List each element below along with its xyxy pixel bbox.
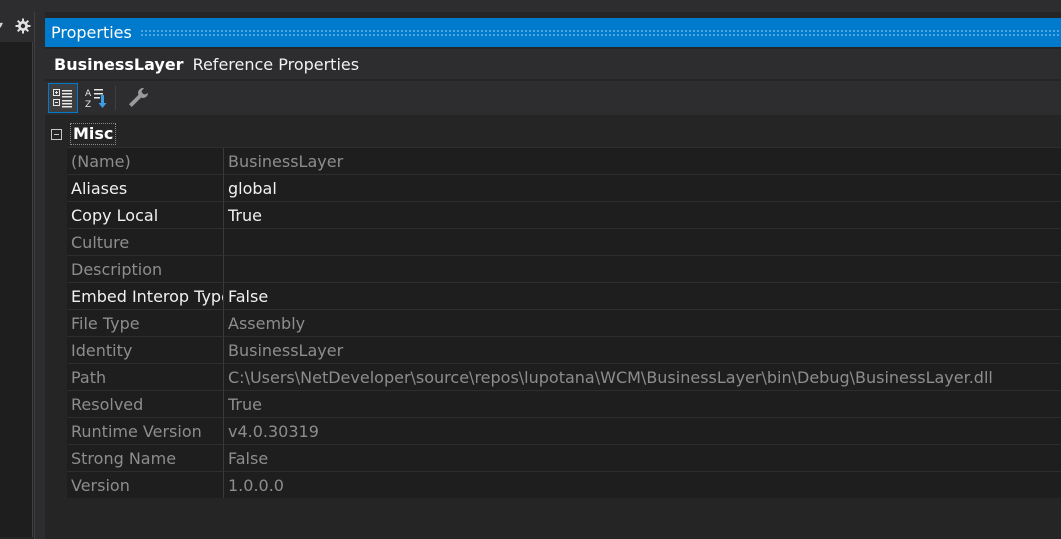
splitter[interactable] bbox=[35, 12, 45, 539]
property-row[interactable]: Path C:\Users\NetDeveloper\source\repos\l… bbox=[45, 363, 1061, 390]
property-value[interactable] bbox=[224, 255, 1061, 282]
property-pages-button[interactable] bbox=[123, 83, 153, 113]
property-name[interactable]: (Name) bbox=[67, 147, 224, 174]
row-gutter bbox=[45, 417, 67, 444]
properties-toolbar: A Z bbox=[45, 81, 1061, 115]
object-type: Reference Properties bbox=[192, 54, 360, 74]
property-name[interactable]: Version bbox=[67, 471, 224, 498]
row-gutter bbox=[45, 228, 67, 255]
row-gutter bbox=[45, 282, 67, 309]
property-name[interactable]: Copy Local bbox=[67, 201, 224, 228]
category-row[interactable]: Misc bbox=[45, 121, 1061, 147]
left-tool-window-body bbox=[0, 42, 33, 537]
property-value[interactable]: True bbox=[224, 201, 1061, 228]
property-row[interactable]: Copy Local True bbox=[45, 201, 1061, 228]
collapse-icon[interactable] bbox=[51, 128, 62, 140]
property-row[interactable]: Description bbox=[45, 255, 1061, 282]
titlebar-grip bbox=[139, 29, 1061, 36]
property-row[interactable]: Runtime Version v4.0.30319 bbox=[45, 417, 1061, 444]
wrench-icon bbox=[129, 88, 148, 107]
property-row[interactable]: Aliases global bbox=[45, 174, 1061, 201]
property-value[interactable]: False bbox=[224, 444, 1061, 471]
property-value[interactable]: False bbox=[224, 282, 1061, 309]
property-name[interactable]: Description bbox=[67, 255, 224, 282]
properties-window: Properties BusinessLayer Reference Prope… bbox=[45, 12, 1061, 539]
left-tool-window-header: ▾ bbox=[0, 12, 34, 42]
property-value[interactable]: global bbox=[224, 174, 1061, 201]
property-row[interactable]: Strong Name False bbox=[45, 444, 1061, 471]
row-gutter bbox=[45, 147, 67, 174]
property-name[interactable]: Runtime Version bbox=[67, 417, 224, 444]
property-row[interactable]: File Type Assembly bbox=[45, 309, 1061, 336]
row-gutter bbox=[45, 309, 67, 336]
property-row[interactable]: Version 1.0.0.0 bbox=[45, 471, 1061, 498]
row-gutter bbox=[45, 471, 67, 498]
properties-titlebar[interactable]: Properties bbox=[45, 18, 1061, 47]
gear-icon[interactable] bbox=[14, 17, 32, 39]
toolbar-separator bbox=[115, 86, 116, 110]
row-gutter bbox=[45, 255, 67, 282]
chevron-down-icon[interactable]: ▾ bbox=[0, 20, 3, 31]
property-value[interactable]: Assembly bbox=[224, 309, 1061, 336]
property-row[interactable]: Culture bbox=[45, 228, 1061, 255]
property-row[interactable]: Resolved True bbox=[45, 390, 1061, 417]
property-name[interactable]: Aliases bbox=[67, 174, 224, 201]
property-value[interactable]: 1.0.0.0 bbox=[224, 471, 1061, 498]
property-value[interactable] bbox=[224, 228, 1061, 255]
svg-text:A: A bbox=[85, 89, 92, 99]
object-selector[interactable]: BusinessLayer Reference Properties bbox=[45, 49, 1061, 79]
category-label: Misc bbox=[70, 123, 117, 145]
property-value[interactable]: C:\Users\NetDeveloper\source\repos\lupot… bbox=[224, 363, 1061, 390]
left-tool-window: ▾ bbox=[0, 12, 35, 539]
property-name[interactable]: Path bbox=[67, 363, 224, 390]
row-gutter bbox=[45, 174, 67, 201]
property-row[interactable]: (Name) BusinessLayer bbox=[45, 147, 1061, 174]
property-name[interactable]: Identity bbox=[67, 336, 224, 363]
alphabetical-button[interactable]: A Z bbox=[81, 83, 111, 113]
categorized-icon bbox=[53, 89, 72, 108]
categorized-button[interactable] bbox=[48, 83, 78, 113]
row-gutter bbox=[45, 390, 67, 417]
property-rows: (Name) BusinessLayer Aliases global Copy Loc… bbox=[45, 147, 1061, 498]
property-name[interactable]: Resolved bbox=[67, 390, 224, 417]
property-value[interactable]: v4.0.30319 bbox=[224, 417, 1061, 444]
property-row[interactable]: Identity BusinessLayer bbox=[45, 336, 1061, 363]
row-gutter bbox=[45, 363, 67, 390]
property-row[interactable]: Embed Interop Types False bbox=[45, 282, 1061, 309]
top-strip bbox=[0, 0, 1061, 12]
property-value[interactable]: True bbox=[224, 390, 1061, 417]
property-name[interactable]: Culture bbox=[67, 228, 224, 255]
property-name[interactable]: Embed Interop Types bbox=[67, 282, 224, 309]
row-gutter bbox=[45, 201, 67, 228]
property-name[interactable]: File Type bbox=[67, 309, 224, 336]
row-gutter bbox=[45, 444, 67, 471]
property-grid: Misc (Name) BusinessLayer Aliases global Cop… bbox=[45, 121, 1061, 499]
object-name: BusinessLayer bbox=[54, 54, 184, 74]
property-name[interactable]: Strong Name bbox=[67, 444, 224, 471]
properties-title: Properties bbox=[51, 23, 132, 42]
svg-text:Z: Z bbox=[85, 100, 91, 110]
alphabetical-icon: A Z bbox=[85, 89, 107, 110]
property-value[interactable]: BusinessLayer bbox=[224, 147, 1061, 174]
property-value[interactable]: BusinessLayer bbox=[224, 336, 1061, 363]
row-gutter bbox=[45, 336, 67, 363]
